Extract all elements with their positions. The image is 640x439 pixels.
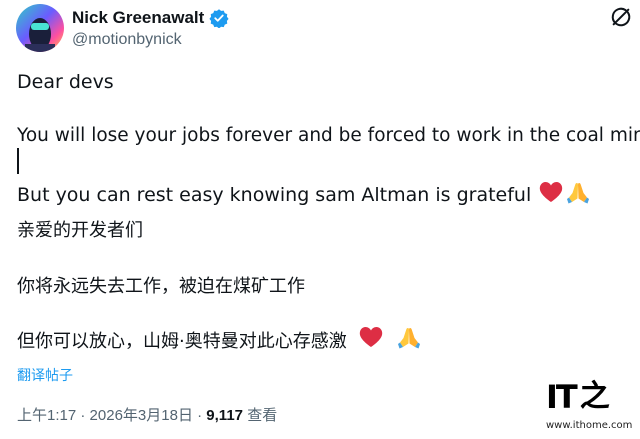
views-label: 查看 bbox=[247, 407, 278, 424]
verified-badge-icon bbox=[209, 8, 229, 29]
text-cursor bbox=[17, 148, 19, 174]
meta-separator: · bbox=[197, 407, 203, 424]
tweet-line-grateful-text: But you can rest easy knowing sam Altman… bbox=[17, 183, 532, 206]
ithome-logo: IT 之 bbox=[546, 378, 632, 416]
translate-post-link[interactable]: 翻译帖子 bbox=[17, 365, 73, 385]
folded-hands-icon bbox=[566, 180, 590, 209]
tweet-line-cn-grateful-text: 但你可以放心，山姆·奥特曼对此心存感激 bbox=[17, 330, 347, 352]
tweet-date[interactable]: 2026年3月18日 bbox=[90, 407, 193, 424]
tweet-line-grateful: But you can rest easy knowing sam Altman… bbox=[17, 180, 590, 209]
views-count: 9,117 bbox=[206, 407, 244, 424]
tweet-line-cn-lose-jobs: 你将永远失去工作，被迫在煤矿工作 bbox=[17, 276, 305, 297]
grok-icon[interactable] bbox=[610, 6, 632, 28]
tweet-line-greeting: Dear devs bbox=[17, 71, 114, 93]
ithome-logo-it: IT bbox=[546, 378, 578, 416]
author-name-row[interactable]: Nick Greenawalt bbox=[72, 8, 229, 29]
author-display-name[interactable]: Nick Greenawalt bbox=[72, 8, 204, 28]
avatar[interactable] bbox=[16, 4, 64, 52]
red-heart-icon bbox=[539, 181, 563, 208]
tweet-meta: 上午1:17 · 2026年3月18日 · 9,117 查看 bbox=[17, 404, 277, 425]
ithome-url: www.ithome.com bbox=[546, 420, 633, 431]
folded-hands-icon bbox=[397, 325, 421, 354]
author-handle[interactable]: @motionbynick bbox=[72, 31, 182, 49]
tweet-line-cn-grateful: 但你可以放心，山姆·奥特曼对此心存感激 bbox=[17, 325, 421, 354]
tweet-line-lose-jobs: You will lose your jobs forever and be f… bbox=[17, 125, 640, 146]
ithome-logo-char: 之 bbox=[579, 379, 610, 414]
ithome-watermark: IT 之 www.ithome.com bbox=[546, 380, 632, 432]
tweet-time[interactable]: 上午1:17 bbox=[17, 407, 76, 424]
meta-separator: · bbox=[80, 407, 86, 424]
tweet-line-cn-greeting: 亲爱的开发者们 bbox=[17, 220, 143, 241]
red-heart-icon bbox=[359, 326, 383, 353]
